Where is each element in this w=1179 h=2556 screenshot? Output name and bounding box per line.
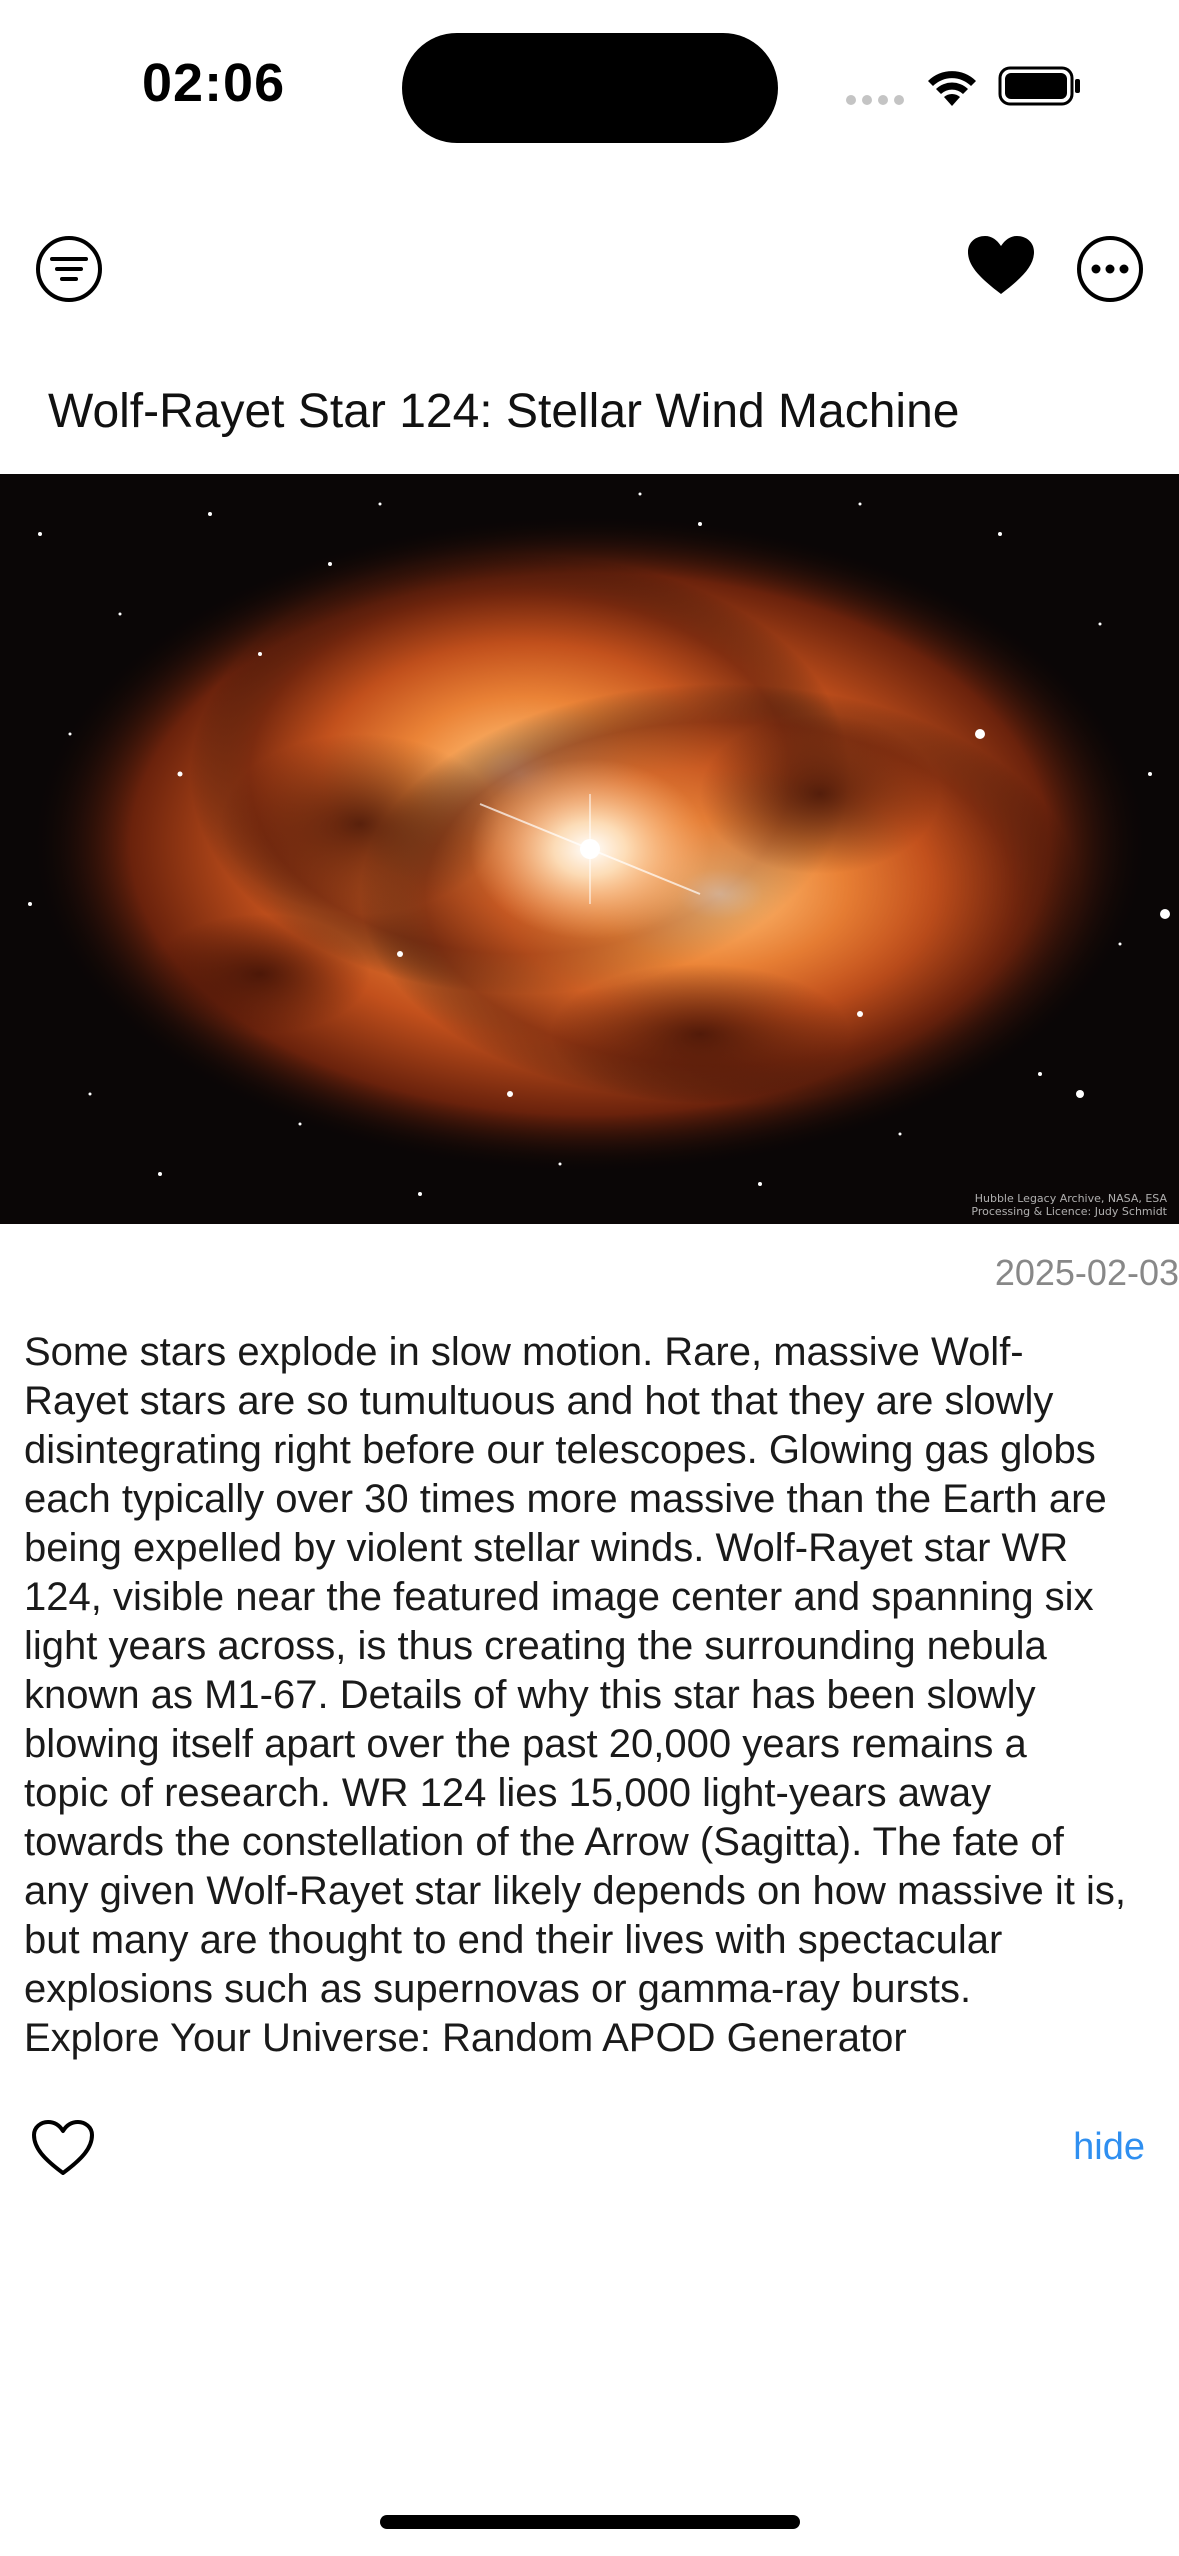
apod-date: 2025-02-03 (994, 1252, 1179, 1293)
heart-outline-icon[interactable] (30, 2118, 96, 2178)
status-time: 02:06 (142, 53, 286, 113)
filter-icon[interactable] (34, 234, 104, 304)
apod-image[interactable]: Hubble Legacy Archive, NASA, ESA Process… (0, 474, 1179, 1224)
dynamic-island (402, 33, 778, 143)
heart-filled-icon[interactable] (966, 234, 1036, 298)
hide-button[interactable]: hide (1073, 2126, 1145, 2169)
apod-title: Wolf-Rayet Star 124: Stellar Wind Machin… (48, 385, 960, 438)
cellular-signal-icon (846, 95, 904, 105)
battery-icon (998, 66, 1080, 106)
wifi-icon (928, 71, 976, 106)
home-indicator[interactable] (380, 2515, 800, 2529)
ellipsis-circle-icon[interactable] (1075, 234, 1145, 304)
apod-explanation: Some stars explode in slow motion. Rare,… (24, 1330, 1126, 2060)
nebula-image (0, 474, 1179, 1224)
image-credit: Hubble Legacy Archive, NASA, ESA Process… (971, 1192, 1167, 1218)
